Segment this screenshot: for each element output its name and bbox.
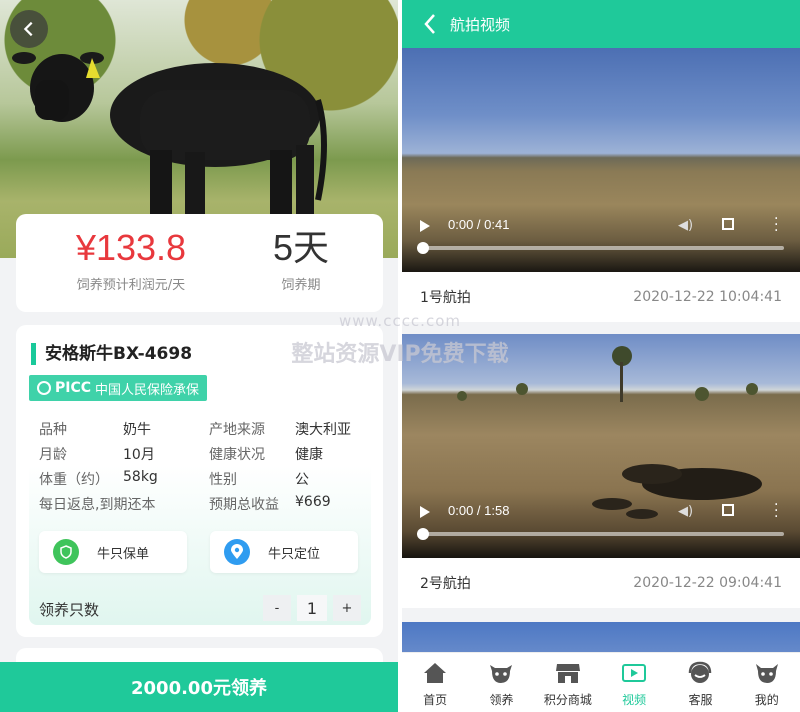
video-player[interactable]: 0:00 / 1:58 ◀) · · · — [402, 334, 800, 558]
back-button[interactable] — [10, 10, 48, 48]
feeding-period-value: 5天 — [272, 227, 330, 268]
home-icon — [421, 659, 449, 687]
headset-icon — [686, 659, 714, 687]
attribute-row: 体重（约） 58kg 性别 公 — [39, 469, 369, 494]
page-title: 航拍视频 — [450, 16, 511, 34]
attribute-row: 品种 奶牛 产地来源 澳大利亚 — [39, 419, 369, 444]
cow-attributes: 品种 奶牛 产地来源 澳大利亚 月龄 10月 健康状况 健康 体重（约） 58k… — [39, 419, 369, 519]
attribute-label: 品种 — [39, 422, 67, 438]
insurance-logo-text: PICC — [55, 380, 92, 396]
seek-handle[interactable] — [417, 242, 429, 254]
store-icon — [554, 659, 582, 687]
feeding-period: 5天 饲养期 — [206, 224, 396, 293]
attribute-label: 预期总收益 — [209, 497, 279, 513]
video-caption: 1号航拍 2020-12-22 10:04:41 — [402, 272, 800, 322]
attribute-value: 公 — [295, 472, 309, 488]
cow-info-card: 安格斯牛BX-4698 PICC 中国人民保险承保 品种 奶牛 产地来源 澳大利… — [16, 325, 383, 637]
volume-icon[interactable]: ◀) — [678, 504, 693, 519]
fullscreen-icon[interactable] — [722, 218, 734, 230]
tab-label: 我的 — [754, 693, 779, 707]
attribute-row: 每日返息,到期还本 预期总收益 ¥669 — [39, 494, 369, 519]
tab-label: 视频 — [622, 693, 647, 707]
more-options-icon[interactable]: · · · — [774, 498, 778, 524]
cow-title: 安格斯牛BX-4698 — [45, 344, 193, 364]
attribute-value: 奶牛 — [123, 422, 151, 438]
attribute-label: 月龄 — [39, 447, 67, 463]
cow-icon — [487, 659, 515, 687]
video-date: 2020-12-22 09:04:41 — [633, 575, 782, 591]
policy-button-label: 牛只保单 — [97, 546, 150, 562]
quantity-label: 领养只数 — [39, 601, 100, 619]
play-icon[interactable] — [420, 220, 430, 232]
title-accent-bar — [31, 343, 36, 365]
daily-profit: ¥133.8 饲养预计利润元/天 — [46, 224, 216, 293]
tab-label: 客服 — [688, 693, 713, 707]
tab-store[interactable]: 积分商城 — [535, 653, 601, 712]
location-button[interactable]: 牛只定位 — [210, 531, 358, 573]
tab-adopt[interactable]: 领养 — [468, 653, 534, 712]
aerial-video-screen: 航拍视频 0:00 / 0:41 ◀) · · · 1号航拍 2020-12-22 … — [402, 0, 800, 712]
attribute-value: 澳大利亚 — [295, 422, 351, 438]
bottom-tab-bar: 首页 领养 积分商城 视频 客服 我的 — [402, 652, 800, 712]
attribute-value: 10月 — [123, 447, 155, 463]
attribute-label: 产地来源 — [209, 422, 265, 438]
video-time: 0:00 / 0:41 — [448, 217, 510, 232]
tab-video[interactable]: 视频 — [601, 653, 667, 712]
header: 航拍视频 — [402, 0, 800, 48]
tab-profile[interactable]: 我的 — [734, 653, 800, 712]
video-name: 1号航拍 — [420, 290, 471, 306]
video-caption: 2号航拍 2020-12-22 09:04:41 — [402, 558, 800, 608]
tab-service[interactable]: 客服 — [667, 653, 733, 712]
tab-label: 领养 — [489, 693, 514, 707]
daily-profit-value: ¥133.8 — [75, 227, 187, 268]
tab-label: 首页 — [423, 693, 448, 707]
profit-summary-card: ¥133.8 饲养预计利润元/天 5天 饲养期 — [16, 214, 383, 312]
attribute-label: 体重（约） — [39, 472, 109, 488]
video-name: 2号航拍 — [420, 576, 471, 592]
video-date: 2020-12-22 10:04:41 — [633, 289, 782, 305]
shield-icon — [53, 539, 79, 565]
attribute-label: 健康状况 — [209, 447, 265, 463]
profile-icon — [753, 659, 781, 687]
back-chevron-icon[interactable] — [422, 12, 438, 36]
picc-logo-icon — [37, 381, 51, 395]
cow-detail-screen: ¥133.8 饲养预计利润元/天 5天 饲养期 安格斯牛BX-4698 PICC… — [0, 0, 398, 712]
volume-icon[interactable]: ◀) — [678, 218, 693, 233]
video-icon — [620, 659, 648, 687]
video-controls: 0:00 / 1:58 ◀) · · · — [402, 498, 800, 558]
location-button-label: 牛只定位 — [268, 546, 321, 562]
chevron-left-icon — [23, 21, 33, 37]
insurance-badge: PICC 中国人民保险承保 — [29, 375, 207, 401]
quantity-value[interactable]: 1 — [297, 595, 327, 621]
attribute-label: 每日返息,到期还本 — [39, 497, 156, 513]
video-player[interactable]: 0:00 / 0:41 ◀) · · · — [402, 48, 800, 272]
quantity-increment-button[interactable]: + — [333, 595, 361, 621]
attribute-row: 月龄 10月 健康状况 健康 — [39, 444, 369, 469]
daily-profit-label: 饲养预计利润元/天 — [76, 278, 186, 293]
attribute-label: 性别 — [209, 472, 237, 488]
video-controls: 0:00 / 0:41 ◀) · · · — [402, 212, 800, 272]
fullscreen-icon[interactable] — [722, 504, 734, 516]
location-pin-icon — [224, 539, 250, 565]
tab-home[interactable]: 首页 — [402, 653, 468, 712]
attribute-value: 健康 — [295, 447, 323, 463]
tab-label: 积分商城 — [543, 693, 592, 707]
seek-handle[interactable] — [417, 528, 429, 540]
feeding-period-label: 饲养期 — [281, 278, 321, 293]
video-time: 0:00 / 1:58 — [448, 503, 510, 518]
quantity-decrement-button[interactable]: - — [263, 595, 291, 621]
play-icon[interactable] — [420, 506, 430, 518]
adopt-button[interactable]: 2000.00元领养 — [0, 662, 398, 712]
attribute-value: ¥669 — [295, 494, 331, 510]
seek-bar[interactable] — [424, 532, 784, 536]
more-options-icon[interactable]: · · · — [774, 212, 778, 238]
insurance-text: 中国人民保险承保 — [95, 382, 200, 398]
attribute-value: 58kg — [123, 469, 158, 485]
policy-button[interactable]: 牛只保单 — [39, 531, 187, 573]
seek-bar[interactable] — [424, 246, 784, 250]
